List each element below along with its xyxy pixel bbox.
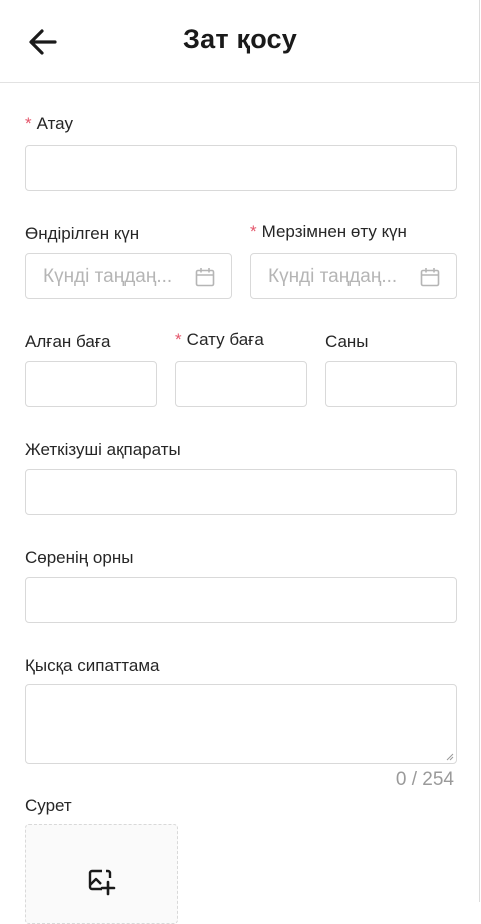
add-image-icon: [88, 869, 116, 896]
expiry-date-picker[interactable]: Күнді таңдаң...: [250, 253, 457, 299]
page-title: Зат қосу: [183, 24, 297, 54]
production-date-picker[interactable]: Күнді таңдаң...: [25, 253, 232, 299]
calendar-icon: [195, 268, 215, 287]
header-bar: Зат қосу: [0, 0, 480, 83]
quantity-label: Саны: [325, 332, 369, 351]
resize-grip-icon[interactable]: [446, 753, 454, 761]
required-asterisk: *: [25, 114, 32, 133]
production-date-label: Өндірілген күн: [25, 224, 140, 243]
expiry-date-placeholder: Күнді таңдаң...: [268, 266, 398, 287]
name-label: * Атау: [25, 114, 73, 133]
supplier-label: Жеткізуші ақпараты: [25, 440, 181, 459]
description-label: Қысқа сипаттама: [25, 656, 160, 675]
calendar-icon: [420, 268, 440, 287]
sale-price-input[interactable]: [175, 361, 307, 407]
expiry-date-label: * Мерзімнен өту күн: [250, 222, 407, 241]
supplier-input[interactable]: [25, 469, 457, 515]
image-label: Сурет: [25, 796, 72, 815]
required-asterisk: *: [175, 330, 182, 349]
sale-price-label: * Сату баға: [175, 330, 264, 349]
image-upload-area[interactable]: [25, 824, 178, 924]
purchase-price-input[interactable]: [25, 361, 157, 407]
production-date-placeholder: Күнді таңдаң...: [43, 266, 173, 287]
shelf-location-label: Сөренің орны: [25, 548, 134, 567]
character-counter: 0 / 254: [395, 769, 454, 790]
purchase-price-label: Алған баға: [25, 332, 111, 351]
shelf-location-input[interactable]: [25, 577, 457, 623]
add-item-page: Зат қосу * Атау Өндірілген күн Күнді таңд…: [0, 0, 480, 924]
required-asterisk: *: [250, 222, 257, 241]
description-textarea[interactable]: [25, 684, 457, 764]
quantity-input[interactable]: [325, 361, 457, 407]
name-input[interactable]: [25, 145, 457, 191]
